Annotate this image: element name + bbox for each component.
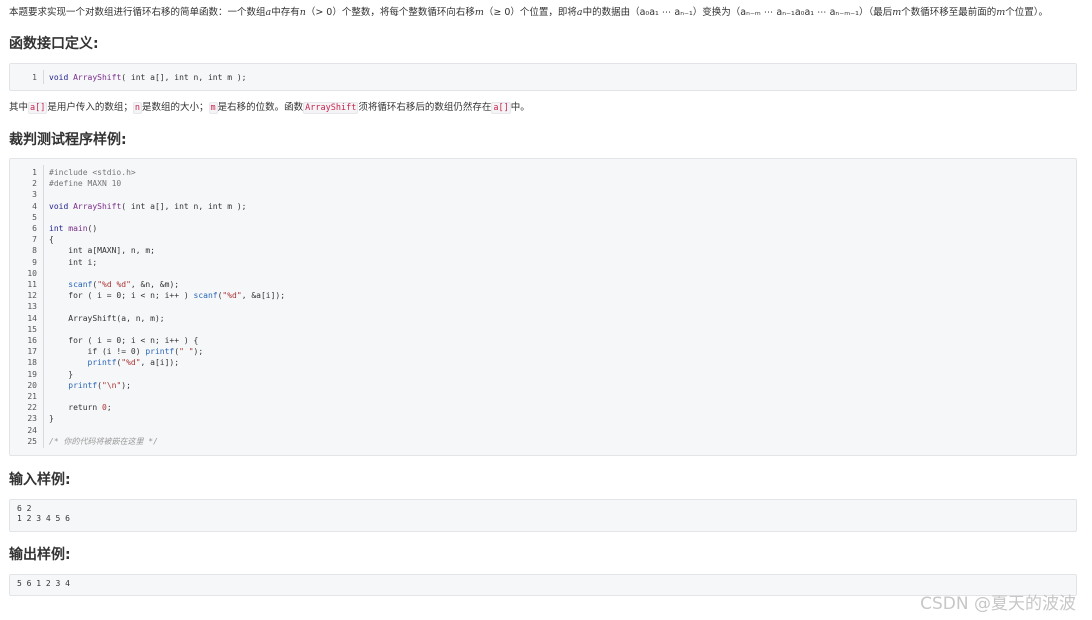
code-line: int main() [49, 224, 98, 233]
line-number: 5 [32, 212, 37, 222]
line-number: 20 [27, 380, 37, 390]
line-number: 6 [32, 224, 37, 233]
line-number: 1 [32, 73, 37, 82]
code-line: ArrayShift(a, n, m); [49, 313, 165, 323]
interface-code-block[interactable]: 1 void ArrayShift( int a[], int n, int m… [9, 63, 1077, 91]
code-line: void ArrayShift( int a[], int n, int m )… [49, 73, 247, 82]
input-sample-text: 6 2 1 2 3 4 5 6 [17, 504, 70, 523]
line-number: 13 [27, 302, 37, 312]
line-number: 10 [27, 268, 37, 278]
line-number: 2 [32, 179, 37, 189]
line-number: 7 [32, 235, 37, 245]
inline-code: ArrayShift [303, 102, 359, 114]
inline-code: m [208, 102, 218, 114]
line-number: 14 [27, 313, 37, 323]
problem-statement: 本题要求实现一个对数组进行循环右移的简单函数：一个数组a中存有n（> 0）个整数… [9, 7, 1049, 18]
code-line: int i; [49, 257, 98, 267]
code-line: #define MAXN 10 [49, 179, 122, 189]
code-line: { [49, 235, 54, 245]
line-number: 17 [27, 347, 37, 357]
code-comment: /* 你的代码将被嵌在这里 */ [49, 436, 158, 446]
code-line: } [49, 369, 74, 379]
line-number: 3 [32, 190, 37, 200]
csdn-watermark: CSDN @夏天的波波 [920, 594, 1076, 614]
input-sample-heading: 输入样例: [9, 472, 71, 488]
line-number: 15 [27, 324, 37, 334]
code-line: printf("\n"); [68, 380, 131, 390]
line-number: 11 [27, 280, 37, 289]
line-number: 12 [27, 291, 37, 301]
line-number: 1 [32, 168, 37, 177]
line-number: 18 [27, 358, 37, 368]
input-sample-block[interactable]: 6 2 1 2 3 4 5 6 [9, 499, 1077, 532]
interface-heading: 函数接口定义: [9, 36, 99, 52]
inline-code: a[] [28, 102, 48, 114]
line-number: 24 [27, 425, 37, 435]
code-line: printf("%d", a[i]); [87, 358, 180, 368]
line-number: 8 [32, 246, 37, 256]
judge-code-block[interactable]: #include <stdio.h> #define MAXN 10 void … [9, 158, 1077, 456]
line-number: 22 [27, 403, 37, 413]
inline-code: n [132, 102, 143, 114]
line-gutter [43, 165, 44, 448]
code-line: for ( i = 0; i < n; i++ ) { [49, 336, 199, 345]
line-number: 4 [32, 201, 37, 211]
code-line: scanf("%d %d", &n, &m); [68, 280, 180, 289]
line-number: 25 [27, 436, 37, 446]
parameter-description: 其中 a[] 是用户传入的数组； n 是数组的大小； m 是右移的位数。函数 ArrayShi… [9, 102, 530, 114]
line-number: 23 [27, 414, 37, 424]
line-number: 21 [27, 392, 37, 401]
code-line: int a[MAXN], n, m; [49, 246, 155, 256]
line-gutter [43, 70, 44, 84]
line-number: 16 [27, 336, 37, 345]
judge-heading: 裁判测试程序样例: [9, 132, 127, 148]
output-sample-block[interactable]: 5 6 1 2 3 4 [9, 574, 1077, 596]
code-line: #include <stdio.h> [49, 168, 136, 177]
inline-code: a[] [491, 102, 511, 114]
output-sample-text: 5 6 1 2 3 4 [17, 579, 70, 588]
code-line: for ( i = 0; i < n; i++ ) scanf("%d", &a… [49, 291, 286, 301]
line-number: 9 [32, 257, 37, 267]
output-sample-heading: 输出样例: [9, 547, 71, 563]
line-number: 19 [27, 369, 37, 379]
code-line: void ArrayShift( int a[], int n, int m )… [49, 201, 247, 211]
code-line: if (i != 0) printf(" "); [49, 347, 204, 357]
code-line: return 0; [49, 403, 112, 413]
code-line: } [49, 414, 54, 424]
